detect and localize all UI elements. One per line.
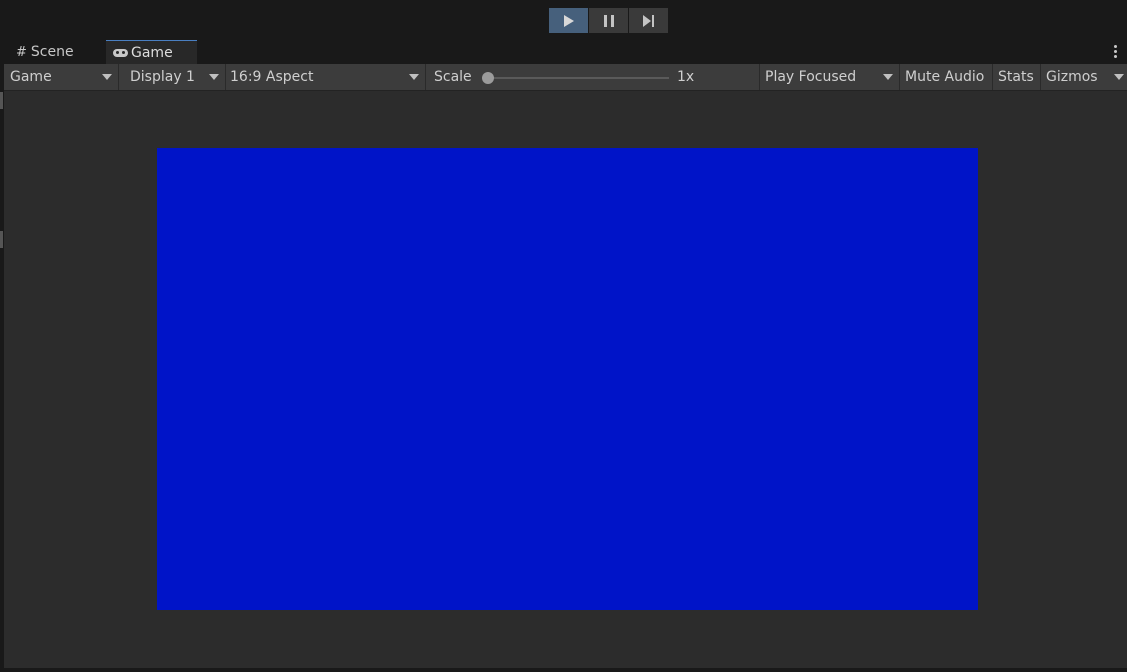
display-dropdown[interactable]: Display 1 (119, 64, 226, 90)
tab-game[interactable]: Game (106, 40, 197, 64)
play-controls (549, 8, 669, 33)
stats-toggle[interactable]: Stats (993, 64, 1041, 90)
game-view-dropdown-label: Game (10, 69, 52, 85)
aspect-dropdown-label: 16:9 Aspect (230, 69, 314, 85)
chevron-down-icon (102, 74, 112, 80)
step-forward-icon (643, 14, 654, 27)
step-button[interactable] (629, 8, 668, 33)
scale-slider-track[interactable] (489, 77, 669, 79)
scale-value: 1x (677, 69, 695, 85)
scale-slider-handle[interactable] (482, 72, 494, 84)
play-mode-dropdown-label: Play Focused (765, 69, 857, 85)
aspect-dropdown[interactable]: 16:9 Aspect (226, 64, 426, 90)
play-button[interactable] (549, 8, 588, 33)
pause-button[interactable] (589, 8, 628, 33)
mute-audio-label: Mute Audio (905, 69, 985, 85)
game-render-area[interactable] (157, 148, 978, 610)
grid-icon: # (16, 44, 27, 60)
tab-scene-label: Scene (30, 44, 74, 60)
play-mode-dropdown[interactable]: Play Focused (760, 64, 900, 90)
gamepad-icon (113, 48, 128, 57)
game-view-dropdown[interactable]: Game (4, 64, 119, 90)
stats-label: Stats (998, 69, 1034, 85)
tab-scene[interactable]: # Scene (8, 40, 104, 64)
more-options-icon[interactable] (1114, 45, 1117, 58)
mute-audio-toggle[interactable]: Mute Audio (900, 64, 993, 90)
scale-label: Scale (434, 69, 472, 85)
gizmos-label: Gizmos (1046, 69, 1098, 85)
chevron-down-icon (1114, 74, 1124, 80)
play-icon (563, 14, 574, 27)
gizmos-dropdown[interactable]: Gizmos (1041, 64, 1127, 90)
display-dropdown-label: Display 1 (130, 69, 195, 85)
chevron-down-icon (883, 74, 893, 80)
tab-game-label: Game (131, 44, 173, 61)
pause-icon (603, 14, 614, 27)
top-bar (0, 0, 1127, 40)
tab-bar: # Scene Game (0, 40, 1127, 64)
chevron-down-icon (409, 74, 419, 80)
chevron-down-icon (209, 74, 219, 80)
